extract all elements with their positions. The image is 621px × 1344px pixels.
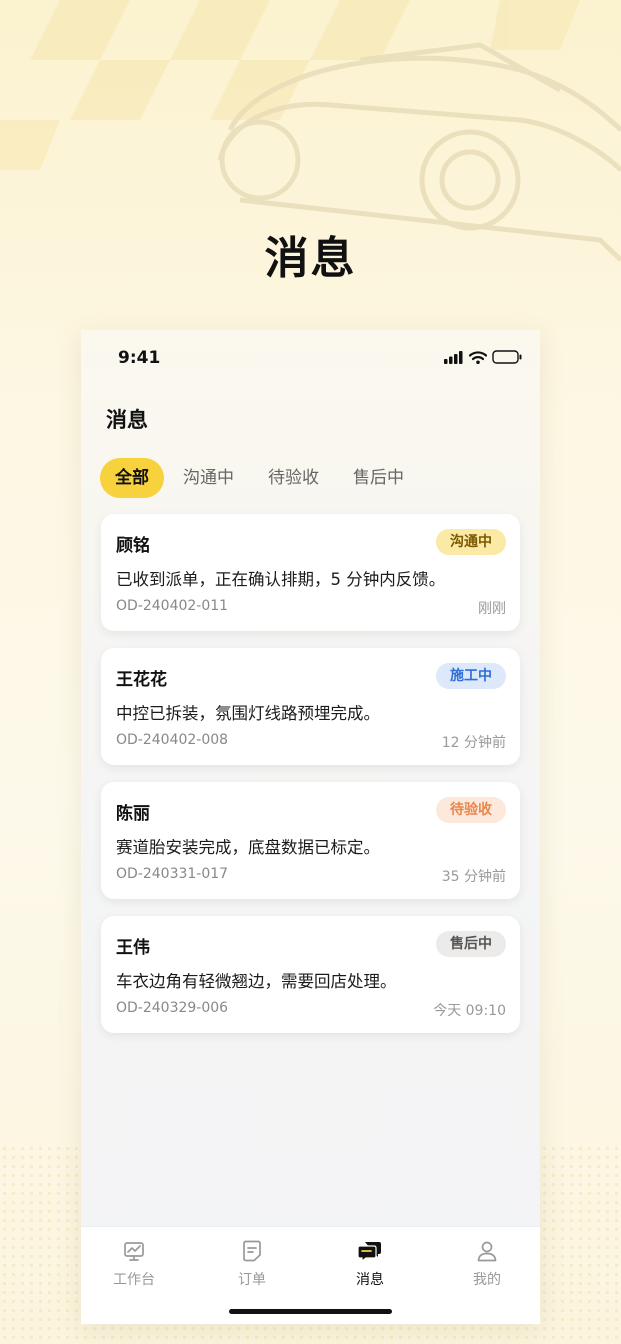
message-time: 35 分钟前 [441,869,506,885]
user-icon [477,1241,497,1262]
message-card[interactable]: 顾铭 沟通中 已收到派单，正在确认排期，5 分钟内反馈。 OD-240402-0… [101,514,520,631]
tabbar-label: 工作台 [113,1272,155,1288]
message-card[interactable]: 王伟 售后中 车衣边角有轻微翘边，需要回店处理。 OD-240329-006 今… [101,916,520,1033]
order-id: OD-240402-008 [116,732,229,748]
status-bar: 9:41 [81,330,540,386]
message-time: 今天 09:10 [433,1003,506,1019]
tabbar-label: 消息 [356,1272,384,1288]
message-text: 赛道胎安装完成，底盘数据已标定。 [116,838,380,857]
tabbar-item-orders[interactable]: 订单 [212,1239,292,1289]
wifi-icon [469,350,487,364]
tabbar-label: 我的 [473,1272,501,1288]
status-badge: 沟通中 [436,529,506,555]
tabbar-item-workbench[interactable]: 工作台 [94,1239,174,1289]
status-icons [444,350,522,364]
message-text: 已收到派单，正在确认排期，5 分钟内反馈。 [116,570,446,589]
bottom-tab-bar: 工作台 订单 消息 我的 [81,1226,540,1324]
signal-icon [444,350,463,364]
order-id: OD-240402-011 [116,598,229,614]
status-badge: 施工中 [436,663,506,689]
customer-name: 顾铭 [116,536,150,556]
phone-screen: 9:41 消息 全部 沟通中 待验收 售后中 顾铭 沟通中 已收到派单，正在确认… [81,330,540,1324]
tabbar-item-messages[interactable]: 消息 [330,1239,410,1289]
document-icon [243,1240,261,1262]
page-title: 消息 [106,408,148,432]
message-card[interactable]: 王花花 施工中 中控已拆装，氛围灯线路预埋完成。 OD-240402-008 1… [101,648,520,765]
filter-tabs: 全部 沟通中 待验收 售后中 [100,458,423,498]
status-time: 9:41 [118,348,161,368]
tab-pending-acceptance[interactable]: 待验收 [253,458,334,498]
battery-icon [492,350,522,364]
customer-name: 陈丽 [116,804,150,824]
message-text: 车衣边角有轻微翘边，需要回店处理。 [116,972,397,991]
order-id: OD-240331-017 [116,866,229,882]
tab-communicating[interactable]: 沟通中 [168,458,249,498]
tabbar-item-profile[interactable]: 我的 [447,1239,527,1289]
status-badge: 待验收 [436,797,506,823]
tab-after-sales[interactable]: 售后中 [338,458,419,498]
message-text: 中控已拆装，氛围灯线路预埋完成。 [116,704,380,723]
home-indicator [229,1309,392,1314]
customer-name: 王伟 [116,938,150,958]
chat-icon [357,1242,381,1263]
customer-name: 王花花 [116,670,167,690]
hero-title: 消息 [264,233,357,284]
message-card[interactable]: 陈丽 待验收 赛道胎安装完成，底盘数据已标定。 OD-240331-017 35… [101,782,520,899]
tab-all[interactable]: 全部 [100,458,164,498]
order-id: OD-240329-006 [116,1000,229,1016]
tabbar-label: 订单 [238,1272,266,1288]
dashboard-icon [124,1242,144,1261]
message-time: 刚刚 [478,601,506,617]
status-badge: 售后中 [436,931,506,957]
message-list: 顾铭 沟通中 已收到派单，正在确认排期，5 分钟内反馈。 OD-240402-0… [101,514,520,1050]
message-time: 12 分钟前 [441,735,506,751]
